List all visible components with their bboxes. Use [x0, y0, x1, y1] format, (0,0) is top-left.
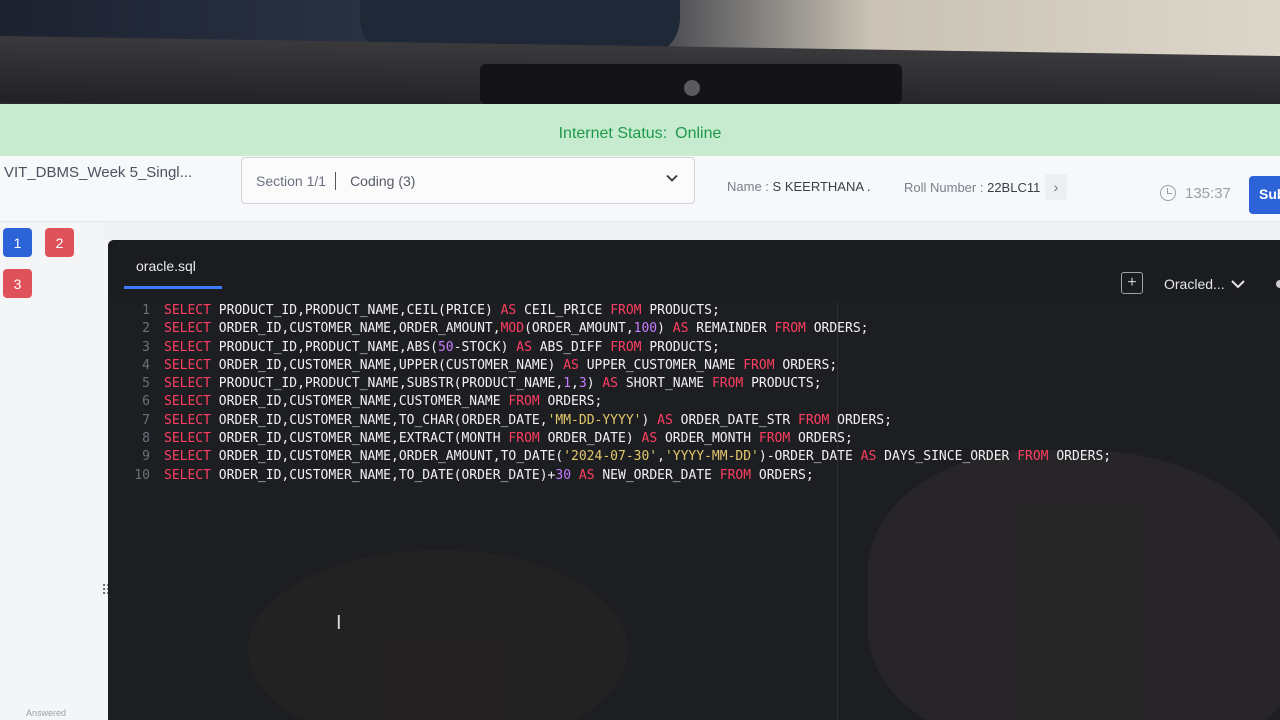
screen: Internet Status: Online VIT_DBMS_Week 5_… [0, 104, 1280, 720]
tab-file[interactable]: oracle.sql [136, 258, 196, 274]
code-text[interactable]: SELECT ORDER_ID,CUSTOMER_NAME,UPPER(CUST… [164, 357, 837, 375]
section-divider [335, 171, 337, 190]
category-label: Coding (3) [350, 172, 416, 189]
code-line[interactable]: 9 SELECT ORDER_ID,CUSTOMER_NAME,ORDER_AMO… [108, 448, 1280, 466]
timer: 135:37 [1185, 185, 1231, 202]
question-nav: 1 2 3 [0, 222, 104, 720]
code-line[interactable]: 6 SELECT ORDER_ID,CUSTOMER_NAME,CUSTOMER_… [108, 393, 1280, 411]
webcam-icon [684, 80, 700, 96]
plus-square-icon[interactable]: + [1121, 272, 1143, 294]
panel-gap [104, 222, 1280, 240]
code-text[interactable]: SELECT ORDER_ID,CUSTOMER_NAME,TO_CHAR(OR… [164, 412, 892, 430]
code-editor[interactable]: oracle.sql + Oracled... 1 SELECT PRODUCT_… [108, 240, 1280, 720]
clock-icon [1160, 185, 1176, 201]
code-text[interactable]: SELECT ORDER_ID,CUSTOMER_NAME,EXTRACT(MO… [164, 430, 853, 448]
submit-button[interactable]: Sub [1249, 176, 1280, 214]
answered-legend: Answered [26, 708, 67, 718]
chevron-down-icon [666, 174, 678, 182]
line-number: 3 [142, 339, 150, 355]
line-number: 5 [142, 376, 150, 392]
line-number: 6 [142, 394, 150, 410]
editor-header: oracle.sql + Oracled... [108, 240, 1280, 298]
line-number: 9 [142, 449, 150, 465]
chevron-down-icon[interactable] [1231, 278, 1245, 290]
code-text[interactable]: SELECT ORDER_ID,CUSTOMER_NAME,CUSTOMER_N… [164, 393, 602, 411]
screen-reflection [868, 450, 1280, 720]
code-text[interactable]: SELECT PRODUCT_ID,PRODUCT_NAME,SUBSTR(PR… [164, 375, 822, 393]
code-line[interactable]: 10 SELECT ORDER_ID,CUSTOMER_NAME,TO_DATE(… [108, 467, 1280, 485]
code-line[interactable]: 7 SELECT ORDER_ID,CUSTOMER_NAME,TO_CHAR(O… [108, 412, 1280, 430]
roll-number: Roll Number : 22BLC11 [904, 180, 1040, 195]
question-button-1[interactable]: 1 [3, 228, 32, 257]
code-lines[interactable]: 1 SELECT PRODUCT_ID,PRODUCT_NAME,CEIL(PRI… [108, 302, 1280, 485]
language-select[interactable]: Oracled... [1164, 276, 1225, 292]
active-tab-indicator [124, 286, 222, 289]
line-number: 1 [142, 303, 150, 318]
test-title: VIT_DBMS_Week 5_Singl... [4, 164, 193, 181]
code-text[interactable]: SELECT ORDER_ID,CUSTOMER_NAME,ORDER_AMOU… [164, 448, 1111, 466]
section-dropdown[interactable]: Section 1/1 Coding (3) [241, 157, 695, 204]
name-value: S KEERTHANA . [772, 179, 871, 194]
roll-value: 22BLC11 [987, 180, 1041, 195]
line-number: 4 [142, 357, 150, 373]
code-text[interactable]: SELECT PRODUCT_ID,PRODUCT_NAME,ABS(50-ST… [164, 339, 720, 357]
line-number: 8 [142, 431, 150, 447]
line-number: 7 [142, 412, 150, 428]
text-cursor-icon: I [336, 612, 342, 634]
code-line[interactable]: 3 SELECT PRODUCT_ID,PRODUCT_NAME,ABS(50-S… [108, 339, 1280, 357]
line-number: 10 [134, 467, 150, 483]
screen-reflection [248, 550, 628, 720]
code-line[interactable]: 2 SELECT ORDER_ID,CUSTOMER_NAME,ORDER_AMO… [108, 320, 1280, 338]
question-button-2[interactable]: 2 [45, 228, 74, 257]
question-button-3[interactable]: 3 [3, 269, 32, 298]
code-line[interactable]: 4 SELECT ORDER_ID,CUSTOMER_NAME,UPPER(CUS… [108, 357, 1280, 375]
code-text[interactable]: SELECT PRODUCT_ID,PRODUCT_NAME,CEIL(PRIC… [164, 302, 720, 320]
line-number: 2 [142, 321, 150, 337]
chevron-right-icon[interactable]: › [1045, 174, 1067, 200]
internet-status-bar: Internet Status: Online [0, 104, 1280, 164]
code-line[interactable]: 5 SELECT PRODUCT_ID,PRODUCT_NAME,SUBSTR(P… [108, 375, 1280, 393]
section-label: Section 1/1 [256, 172, 327, 189]
candidate-name: Name : S KEERTHANA . [727, 179, 871, 194]
code-text[interactable]: SELECT ORDER_ID,CUSTOMER_NAME,TO_DATE(OR… [164, 467, 814, 485]
name-label: Name : [727, 179, 769, 194]
code-line[interactable]: 1 SELECT PRODUCT_ID,PRODUCT_NAME,CEIL(PRI… [108, 302, 1280, 320]
code-line[interactable]: 8 SELECT ORDER_ID,CUSTOMER_NAME,EXTRACT(M… [108, 430, 1280, 448]
roll-label: Roll Number : [904, 180, 984, 195]
more-icon[interactable] [1276, 280, 1280, 288]
code-text[interactable]: SELECT ORDER_ID,CUSTOMER_NAME,ORDER_AMOU… [164, 320, 868, 338]
internet-status-label: Internet Status: [558, 125, 668, 142]
internet-status-value: Online [675, 125, 722, 142]
